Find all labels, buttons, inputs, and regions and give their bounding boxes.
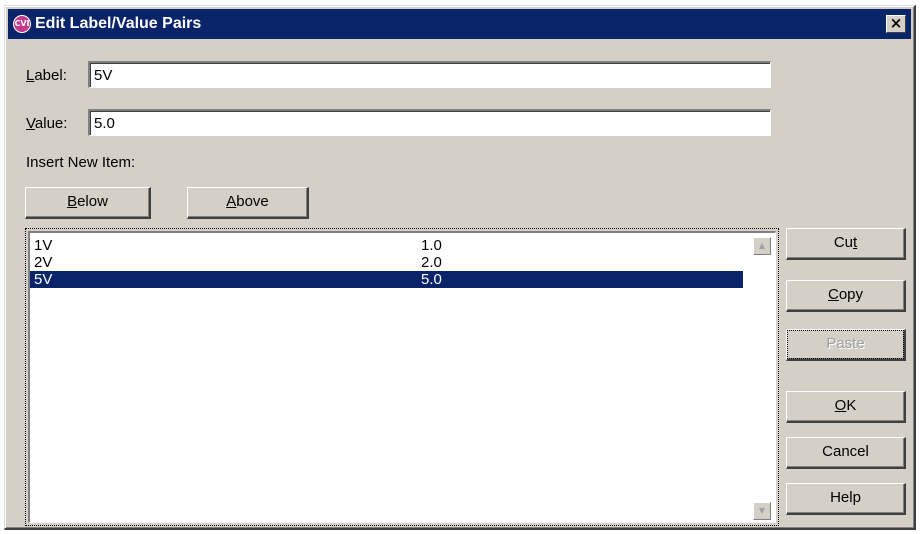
value-caption-mnemonic: V (26, 115, 35, 132)
ok-mnemonic: O (834, 397, 847, 414)
labwindows-cvi-icon: CVI (13, 15, 31, 33)
insert-below-button[interactable]: Below (25, 187, 151, 219)
close-button[interactable]: × (886, 15, 906, 33)
list-item-value: 5.0 (421, 271, 442, 288)
list-item[interactable]: 2V 2.0 (30, 254, 743, 271)
insert-new-item-heading: Insert New Item: (26, 154, 136, 171)
value-field-caption: Value: (26, 115, 67, 132)
list-item-value: 1.0 (421, 237, 442, 254)
help-button[interactable]: Help (786, 483, 906, 515)
ok-button[interactable]: OK (786, 391, 906, 423)
below-label-rest: elow (77, 193, 108, 210)
cancel-button[interactable]: Cancel (786, 437, 906, 469)
cut-mnemonic: t (853, 234, 858, 251)
paste-button[interactable]: Paste (786, 329, 906, 361)
list-item[interactable]: 1V 1.0 (30, 237, 743, 254)
list-item-label: 5V (34, 271, 53, 288)
list-item-selected[interactable]: 5V 5.0 (30, 271, 743, 288)
below-mnemonic: B (67, 193, 78, 210)
label-value-list-focus-frame: 1V 1.0 2V 2.0 5V 5.0 ▲ ▼ (25, 228, 779, 526)
list-scrollbar[interactable]: ▲ ▼ (750, 233, 775, 522)
list-item-label: 2V (34, 254, 53, 271)
insert-above-button[interactable]: Above (187, 187, 309, 219)
cut-label-pre: Cu (833, 234, 853, 251)
list-item-label: 1V (34, 237, 53, 254)
list-item-value: 2.0 (421, 254, 442, 271)
scroll-up-arrow-icon: ▲ (758, 241, 766, 250)
value-input[interactable]: 5.0 (88, 109, 771, 136)
scroll-up-button[interactable]: ▲ (753, 237, 771, 255)
label-caption-rest: abel: (34, 67, 67, 84)
title-bar[interactable]: CVI Edit Label/Value Pairs × (8, 9, 911, 39)
copy-label-rest: opy (838, 286, 864, 303)
value-caption-rest: alue: (34, 115, 68, 132)
copy-button[interactable]: Copy (786, 280, 906, 312)
above-mnemonic: A (226, 193, 237, 210)
label-field-caption: Label: (26, 67, 67, 84)
scroll-down-arrow-icon: ▼ (758, 506, 766, 515)
close-icon: × (889, 14, 903, 32)
cut-button[interactable]: Cut (786, 228, 906, 260)
app-icon-text: CVI (14, 19, 30, 28)
label-input[interactable]: 5V (88, 61, 771, 88)
edit-label-value-pairs-dialog: CVI Edit Label/Value Pairs × Label: 5V V… (4, 5, 916, 530)
label-value-list[interactable]: 1V 1.0 2V 2.0 5V 5.0 ▲ ▼ (28, 231, 776, 523)
scroll-down-button[interactable]: ▼ (753, 502, 771, 520)
above-label-rest: bove (236, 193, 269, 210)
ok-label-rest: K (846, 397, 857, 414)
window-title: Edit Label/Value Pairs (35, 15, 202, 32)
copy-mnemonic: C (827, 286, 839, 303)
paste-label: Paste (826, 335, 865, 352)
